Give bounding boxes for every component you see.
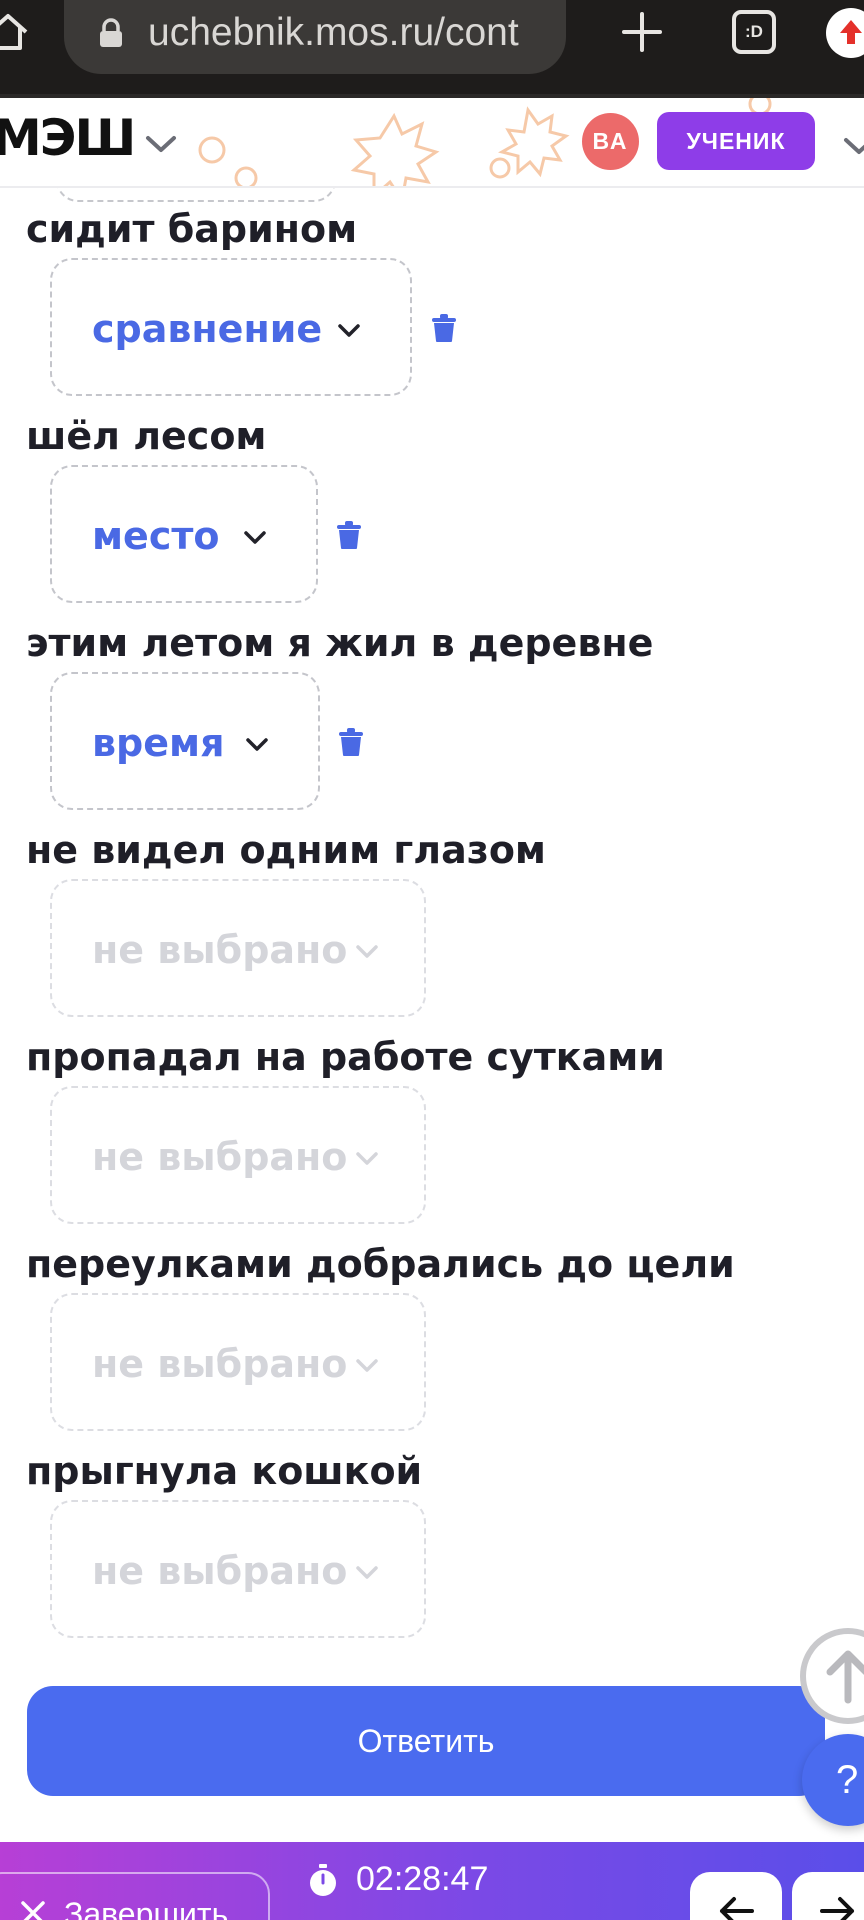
chevron-down-icon: [356, 1359, 378, 1372]
phrase-label: сидит барином: [26, 207, 358, 251]
list-item: этим летом я жил в деревне время: [0, 620, 864, 827]
chevron-down-icon: [356, 1566, 378, 1579]
list-item: не видел одним глазом не выбрано: [0, 827, 864, 1034]
category-select[interactable]: не выбрано: [50, 1500, 426, 1638]
bottom-bar: Завершить 02:28:47: [0, 1842, 864, 1920]
phrase-label: шёл лесом: [26, 414, 267, 458]
phrase-label: этим летом я жил в деревне: [26, 621, 654, 665]
submit-button[interactable]: Ответить: [27, 1686, 825, 1796]
tabs-icon[interactable]: :D: [732, 10, 776, 54]
avatar[interactable]: ВА: [582, 113, 639, 170]
phrase-label: переулками добрались до цели: [26, 1242, 735, 1286]
role-badge[interactable]: УЧЕНИК: [657, 112, 815, 170]
trash-icon[interactable]: [430, 313, 458, 343]
category-select[interactable]: не выбрано: [50, 1293, 426, 1431]
select-value: сравнение: [92, 307, 323, 351]
list-item: переулками добрались до цели не выбрано: [0, 1241, 864, 1448]
chevron-down-icon[interactable]: [842, 134, 864, 158]
arrow-left-icon: [720, 1897, 754, 1920]
list-item: шёл лесом место: [0, 413, 864, 620]
finish-label: Завершить: [64, 1896, 229, 1920]
category-select[interactable]: не выбрано: [50, 879, 426, 1017]
logo[interactable]: МЭШ: [0, 110, 136, 166]
update-icon[interactable]: [826, 8, 864, 58]
select-placeholder: не выбрано: [92, 1342, 348, 1386]
trash-icon[interactable]: [337, 727, 365, 757]
question-list: сидит барином сравнение шёл лесом место: [0, 188, 864, 1828]
chevron-down-icon: [356, 1152, 378, 1165]
browser-toolbar: uchebnik.mos.ru/cont :D: [0, 0, 864, 98]
chevron-down-icon: [244, 531, 266, 544]
arrow-right-icon: [820, 1897, 854, 1920]
category-select[interactable]: время: [50, 672, 320, 810]
scroll-top-button[interactable]: [800, 1628, 864, 1724]
chevron-down-icon: [356, 945, 378, 958]
stopwatch-icon: [310, 1864, 336, 1896]
arrow-up-icon: [826, 1650, 864, 1704]
category-select[interactable]: сравнение: [50, 258, 412, 396]
prev-button[interactable]: [690, 1872, 782, 1920]
next-button[interactable]: [792, 1872, 864, 1920]
close-icon: [21, 1901, 45, 1920]
chevron-down-icon[interactable]: [144, 132, 178, 156]
address-bar[interactable]: uchebnik.mos.ru/cont: [64, 0, 566, 74]
category-select[interactable]: не выбрано: [50, 1086, 426, 1224]
phrase-label: не видел одним глазом: [26, 828, 546, 872]
home-icon[interactable]: [0, 10, 30, 54]
lock-icon: [100, 18, 122, 47]
phrase-label: прыгнула кошкой: [26, 1449, 423, 1493]
select-value: место: [92, 514, 220, 558]
select-placeholder: не выбрано: [92, 1549, 348, 1593]
app-header: МЭШ ВА УЧЕНИК: [0, 98, 864, 188]
list-item: прыгнула кошкой не выбрано: [0, 1448, 864, 1655]
previous-select-box[interactable]: [56, 188, 336, 202]
plus-icon[interactable]: [620, 10, 664, 54]
chevron-down-icon: [246, 738, 268, 751]
trash-icon[interactable]: [335, 520, 363, 550]
list-item: сидит барином сравнение: [0, 206, 864, 413]
list-item: пропадал на работе сутками не выбрано: [0, 1034, 864, 1241]
timer: 02:28:47: [356, 1860, 489, 1898]
category-select[interactable]: место: [50, 465, 318, 603]
url-text[interactable]: uchebnik.mos.ru/cont: [148, 8, 556, 58]
chevron-down-icon: [338, 324, 360, 337]
select-placeholder: не выбрано: [92, 1135, 348, 1179]
select-placeholder: не выбрано: [92, 928, 348, 972]
select-value: время: [92, 721, 225, 765]
phrase-label: пропадал на работе сутками: [26, 1035, 665, 1079]
